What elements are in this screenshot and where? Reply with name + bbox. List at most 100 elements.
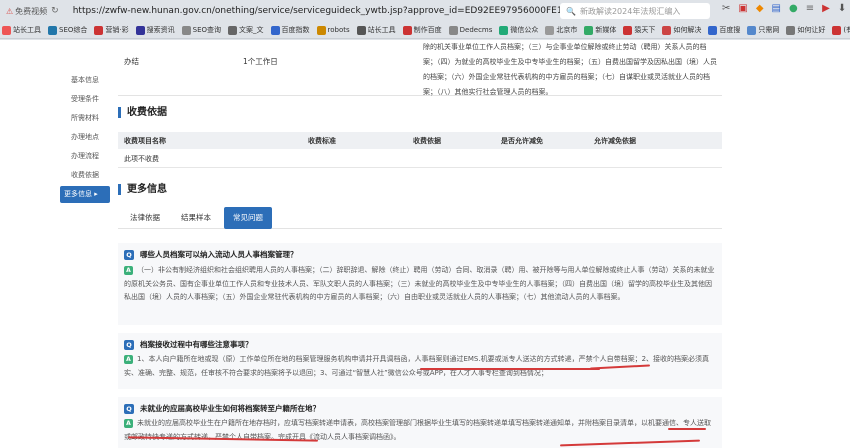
fee-header-name: 收费项目名称 [124, 136, 166, 145]
extension-icon[interactable]: ✂ [722, 3, 730, 14]
faq-question: Q 未就业的应届高校毕业生如何将档案转至户籍所在地？ [124, 403, 320, 414]
bookmark-favicon-icon [48, 25, 57, 35]
sidebar-item-4[interactable]: 办理流程 [60, 148, 110, 165]
bookmark-item[interactable]: SEO综合 [48, 25, 87, 35]
faq-question-text: 档案接收过程中有哪些注意事项？ [140, 340, 253, 349]
faq-question-text: 哪些人员档案可以纳入流动人员人事档案管理？ [140, 250, 298, 259]
extension-icon[interactable]: ▤ [772, 3, 781, 14]
bookmark-favicon-icon [270, 25, 280, 35]
sidebar-item-5[interactable]: 收费依据 [60, 167, 110, 184]
search-placeholder: 新政解读2024年法规汇编入 [579, 6, 681, 16]
refresh-icon[interactable]: ↻ [51, 6, 59, 16]
fee-table-row: 此项不收费 [118, 150, 722, 168]
extension-icon[interactable]: ● [789, 3, 798, 14]
table-cell-scope: 除的机关事业单位工作人员档案；（三）与企事业单位解除或终止劳动（聘用）关系人员的… [423, 43, 717, 96]
chevron-right-icon: ▸ [92, 190, 98, 198]
bookmark-favicon-icon [545, 25, 555, 35]
bookmark-favicon-icon [832, 25, 842, 35]
bookmark-label: robots [327, 26, 350, 34]
search-input[interactable]: 🔍 新政解读2024年法规汇编入 [560, 3, 710, 19]
faq-answer: A （一）非公有制经济组织和社会组织聘用人员的人事档案；（二）辞职辞退、解除（终止… [124, 264, 716, 305]
url-field[interactable]: https://zwfw-new.hunan.gov.cn/onething/s… [73, 6, 632, 16]
bookmark-item[interactable]: SEO查询 [181, 25, 221, 35]
bookmark-item[interactable]: 如何解决 [662, 25, 701, 35]
faq-question: Q 档案接收过程中有哪些注意事项？ [124, 339, 253, 350]
warning-icon: ⚠ [6, 6, 14, 16]
sidebar-item-1[interactable]: 受理条件 [60, 91, 110, 108]
question-badge-icon: Q [124, 403, 134, 414]
faq-item: Q 档案接收过程中有哪些注意事项？ A 1、本人向户籍所在地或现（原）工作单位所在地… [118, 333, 722, 389]
bookmark-item[interactable]: 搜索资讯 [135, 25, 175, 35]
bookmark-item[interactable]: 北京市 [545, 25, 577, 35]
bookmark-label: (有效 [843, 26, 850, 34]
bookmark-label: Dedecms [459, 26, 493, 34]
red-underline-annotation [420, 368, 600, 370]
bookmark-item[interactable]: 站长工具 [356, 25, 396, 35]
tab-faq[interactable]: 常见问题 [224, 207, 272, 229]
tab-result-sample[interactable]: 结果样本 [170, 207, 222, 229]
bookmark-label: 如何解决 [673, 26, 702, 34]
bookmark-label: 站长工具 [13, 26, 41, 34]
fee-table-header: 收费项目名称 收费标准 收费依据 是否允许减免 允许减免依据 [118, 132, 722, 149]
bookmark-favicon-icon [584, 25, 594, 35]
sidebar-item-2[interactable]: 所需材料 [60, 110, 110, 127]
bookmark-item[interactable]: 文案_文 [228, 25, 264, 35]
bookmark-favicon-icon [181, 25, 191, 35]
sidebar-item-0[interactable]: 基本信息 [60, 72, 110, 89]
table-cell-duration: 1个工作日 [243, 57, 278, 66]
extension-icons: ✂ ▣ ◆ ▤ ● ≡ ▶ ⬇ ⋯ [722, 3, 850, 14]
bookmark-favicon-icon [747, 25, 757, 35]
bookmark-item[interactable]: 新媒体 [584, 25, 616, 35]
bookmark-favicon-icon [228, 25, 238, 35]
bookmark-item[interactable]: 站长工具 [2, 25, 41, 35]
bookmark-item[interactable]: 如何让好 [786, 25, 825, 35]
answer-badge-icon: A [124, 418, 133, 428]
bookmark-label: 只需网 [758, 26, 780, 34]
extension-icon[interactable]: ⬇ [838, 3, 846, 14]
search-icon: 🔍 [566, 6, 576, 16]
bookmark-label: 文案_文 [239, 26, 264, 34]
bookmark-item[interactable]: 百度搜 [708, 25, 740, 35]
extension-icon[interactable]: ▶ [822, 3, 830, 14]
fee-row-text: 此项不收费 [124, 154, 159, 163]
fee-header-reduction-basis: 允许减免依据 [594, 136, 636, 145]
sidebar-nav: 基本信息受理条件所需材料办理地点办理流程收费依据更多信息 ▸ [60, 72, 110, 205]
extension-icon[interactable]: ◆ [756, 3, 764, 14]
sidebar-item-6[interactable]: 更多信息 ▸ [60, 186, 110, 203]
sidebar-item-3[interactable]: 办理地点 [60, 129, 110, 146]
bookmark-item[interactable]: 营销·彩 [94, 25, 129, 35]
extension-icon[interactable]: ≡ [806, 3, 814, 14]
faq-item: Q 哪些人员档案可以纳入流动人员人事档案管理？ A （一）非公有制经济组织和社会组织… [118, 243, 722, 325]
bookmark-favicon-icon [623, 25, 633, 35]
bookmark-label: 猿天下 [634, 26, 656, 34]
tab-legal-basis[interactable]: 法律依据 [122, 207, 168, 229]
bookmark-label: 制作百度 [413, 26, 442, 34]
answer-badge-icon: A [124, 354, 133, 364]
bookmark-label: 营销·彩 [105, 26, 129, 34]
bookmark-favicon-icon [2, 25, 11, 35]
faq-question-text: 未就业的应届高校毕业生如何将档案转至户籍所在地？ [140, 404, 320, 413]
bookmark-item[interactable]: 制作百度 [402, 25, 442, 35]
bookmark-item[interactable]: Dedecms [448, 25, 493, 35]
sidebar-item-label: 受理条件 [71, 95, 99, 103]
security-indicator[interactable]: ⚠ 免费视频 [6, 6, 47, 17]
bookmark-item[interactable]: robots [316, 25, 350, 35]
question-badge-icon: Q [124, 339, 134, 350]
bookmark-label: 微信公众 [510, 26, 539, 34]
bookmark-item[interactable]: 微信公众 [499, 25, 538, 35]
sidebar-item-label: 办理地点 [71, 133, 99, 141]
bookmark-item[interactable]: (有效 [832, 25, 850, 35]
bookmark-favicon-icon [356, 25, 366, 35]
bookmark-favicon-icon [708, 25, 718, 35]
bookmark-item[interactable]: 百度指数 [270, 25, 310, 35]
bookmark-favicon-icon [135, 25, 145, 35]
bookmark-item[interactable]: 只需网 [747, 25, 779, 35]
sidebar-item-label: 更多信息 [64, 190, 92, 198]
bookmark-favicon-icon [786, 25, 796, 35]
more-tabs: 法律依据 结果样本 常见问题 [118, 207, 722, 229]
extension-icon[interactable]: ▣ [738, 3, 747, 14]
faq-answer-text: （一）非公有制经济组织和社会组织聘用人员的人事档案；（二）辞职辞退、解除（终止）… [124, 266, 715, 301]
bookmark-label: 站长工具 [367, 26, 396, 34]
bookmark-item[interactable]: 猿天下 [623, 25, 655, 35]
sidebar-item-label: 基本信息 [71, 76, 99, 84]
